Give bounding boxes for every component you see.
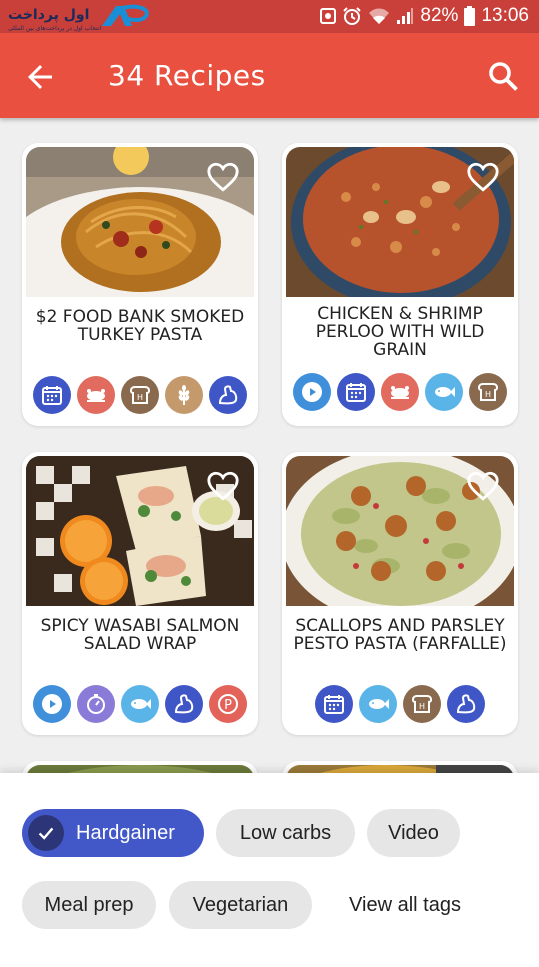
chip-meal-prep[interactable]: Meal prep [22, 881, 156, 929]
watermark-logo: اول پرداخت انتخاب اول در پرداخت‌های بین … [4, 2, 154, 32]
recipe-title: CHICKEN & SHRIMP PERLOO WITH WILD GRAIN [315, 304, 485, 360]
bread-icon: H [403, 685, 441, 723]
bread-icon: H [121, 376, 159, 414]
favorite-heart-icon[interactable] [206, 161, 240, 193]
svg-text:H: H [485, 390, 491, 399]
muscle-icon [209, 376, 247, 414]
status-indicators: 82% 13:06 [320, 5, 529, 27]
filter-sheet: Hardgainer Low carbs Video Meal prep Veg… [0, 773, 539, 967]
recipe-title: SCALLOPS AND PARSLEY PESTO PASTA (FARFAL… [293, 616, 507, 654]
video-icon [33, 685, 71, 723]
recipe-card[interactable]: SCALLOPS AND PARSLEY PESTO PASTA (FARFAL… [282, 452, 518, 735]
recipe-card-partial[interactable] [22, 761, 258, 773]
calendar-icon [337, 373, 375, 411]
chip-low-carbs[interactable]: Low carbs [216, 809, 355, 857]
svg-text:H: H [419, 702, 425, 711]
recipe-card[interactable]: SPICY WASABI SALMON SALAD WRAP P [22, 452, 258, 735]
recipe-card[interactable]: CHICKEN & SHRIMP PERLOO WITH WILD GRAIN … [282, 143, 518, 426]
calendar-icon [315, 685, 353, 723]
svg-text:P: P [224, 698, 232, 713]
svg-text:H: H [137, 393, 143, 402]
recipe-photo [26, 765, 254, 773]
clock: 13:06 [481, 5, 529, 26]
chicken-icon [77, 376, 115, 414]
check-icon [28, 815, 64, 851]
favorite-heart-icon[interactable] [206, 470, 240, 502]
battery-percent: 82% [420, 5, 459, 26]
view-all-label: View all tags [349, 893, 461, 916]
chip-video[interactable]: Video [367, 809, 460, 857]
chip-label: Meal prep [44, 893, 134, 916]
page-title: 34 Recipes [108, 59, 266, 92]
recipe-card[interactable]: $2 FOOD BANK SMOKED TURKEY PASTA H [22, 143, 258, 426]
fish-icon [359, 685, 397, 723]
favorite-heart-icon[interactable] [466, 470, 500, 502]
bread-icon: H [469, 373, 507, 411]
favorite-heart-icon[interactable] [466, 161, 500, 193]
search-icon[interactable] [485, 58, 521, 94]
tag-row: H [282, 685, 518, 723]
notification-icon [320, 8, 337, 24]
recipe-card-partial[interactable] [282, 761, 518, 773]
view-all-tags-link[interactable]: View all tags [326, 881, 484, 929]
wheat-icon [165, 376, 203, 414]
recipe-grid: $2 FOOD BANK SMOKED TURKEY PASTA H CHICK… [0, 118, 539, 773]
chip-hardgainer[interactable]: Hardgainer [22, 809, 204, 857]
tag-row: P [22, 685, 258, 723]
battery-icon [464, 6, 476, 26]
status-bar: اول پرداخت انتخاب اول در پرداخت‌های بین … [0, 0, 539, 33]
wifi-icon [369, 8, 390, 24]
recipe-photo [286, 765, 514, 773]
chip-label: Low carbs [239, 821, 332, 844]
tag-row: H [282, 373, 518, 411]
chip-label: Hardgainer [76, 821, 175, 844]
timer-icon [77, 685, 115, 723]
signal-icon [397, 8, 414, 24]
alarm-icon [343, 7, 362, 25]
tag-row: H [22, 376, 258, 414]
app-bar: 34 Recipes [0, 33, 539, 118]
chip-label: Video [388, 821, 439, 844]
svg-text:انتخاب اول در پرداخت‌های بین ا: انتخاب اول در پرداخت‌های بین المللی [8, 25, 101, 32]
recipe-title: $2 FOOD BANK SMOKED TURKEY PASTA [35, 307, 245, 345]
muscle-icon [447, 685, 485, 723]
fish-icon [425, 373, 463, 411]
calendar-icon [33, 376, 71, 414]
recipe-title: SPICY WASABI SALMON SALAD WRAP [40, 616, 240, 654]
muscle-icon [165, 685, 203, 723]
back-arrow-icon[interactable] [22, 59, 58, 95]
svg-text:اول پرداخت: اول پرداخت [8, 7, 89, 23]
video-icon [293, 373, 331, 411]
chip-label: Vegetarian [192, 893, 289, 916]
chicken-icon [381, 373, 419, 411]
protein-icon: P [209, 685, 247, 723]
fish-icon [121, 685, 159, 723]
chip-vegetarian[interactable]: Vegetarian [169, 881, 312, 929]
